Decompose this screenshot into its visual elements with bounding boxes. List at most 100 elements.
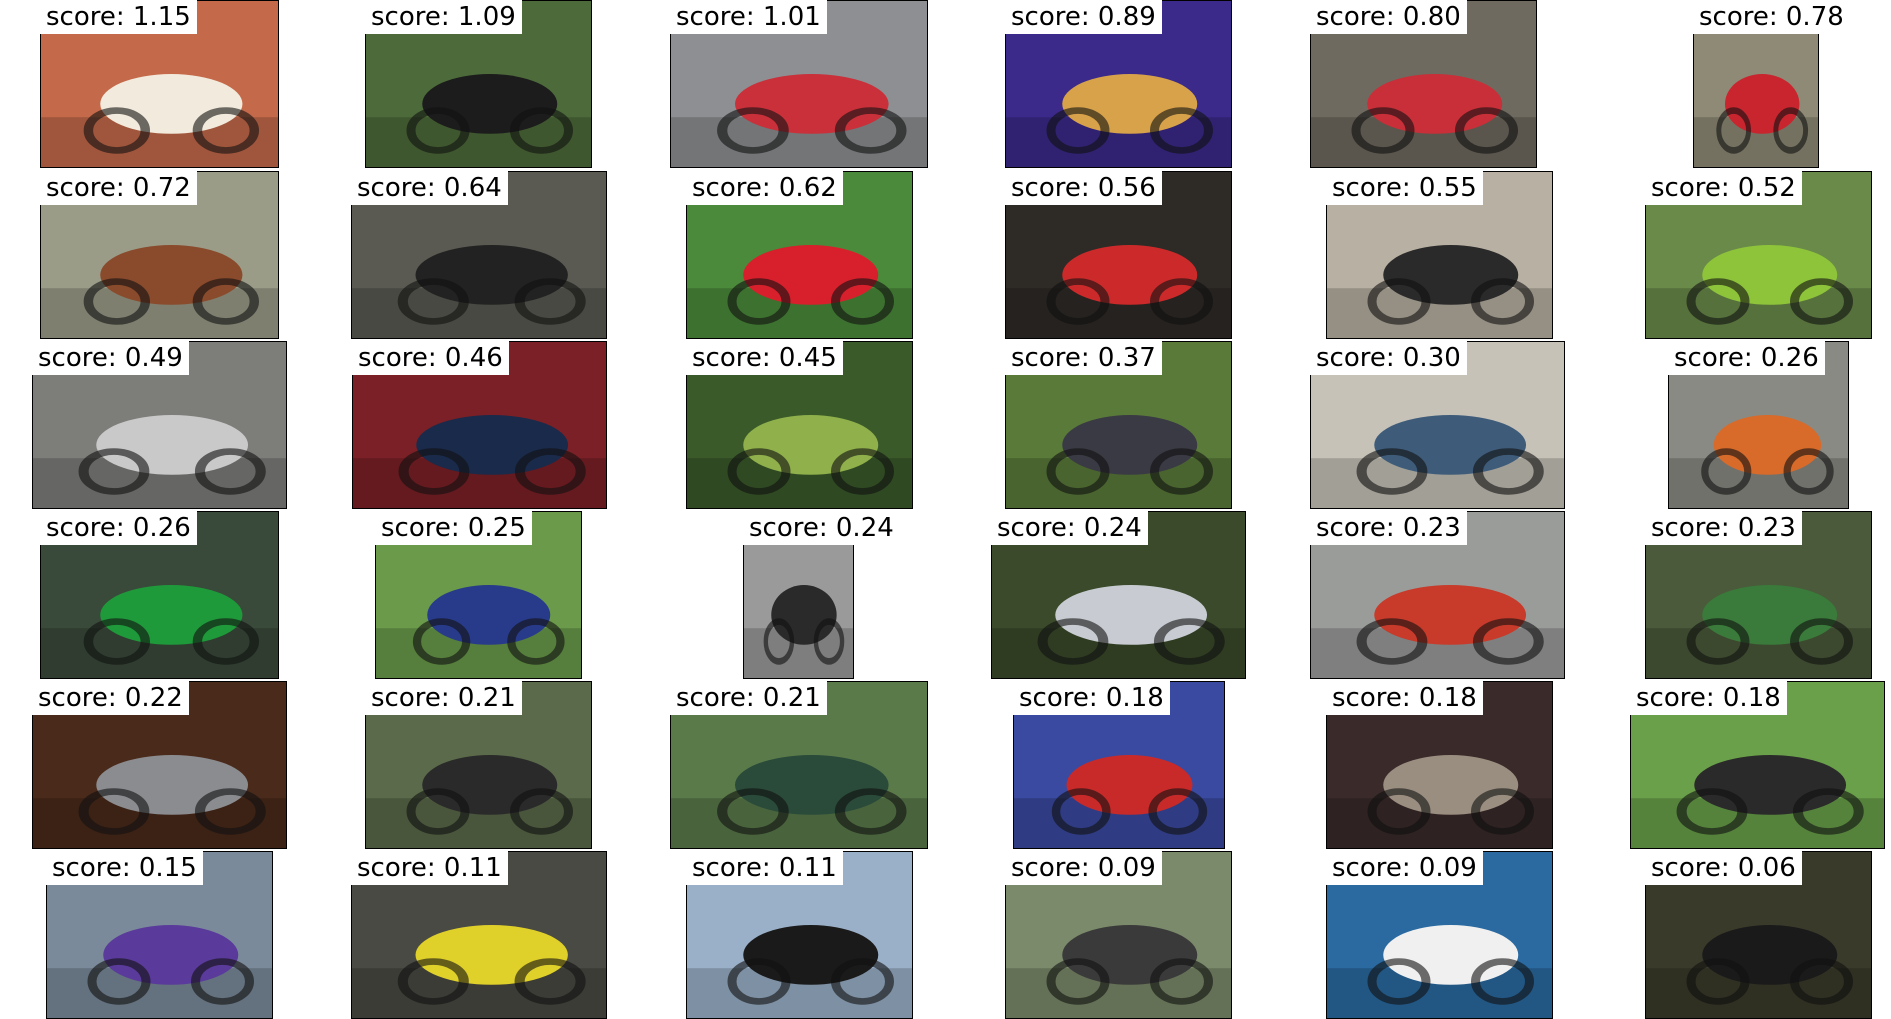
score-value: 0.22 [124, 683, 183, 713]
image-result-13[interactable]: score: 0.49 [32, 341, 287, 509]
score-prefix: score: [1332, 173, 1419, 203]
score-value: 0.89 [1097, 2, 1156, 32]
score-label: score: 0.37 [1005, 341, 1162, 375]
score-prefix: score: [1674, 343, 1761, 373]
score-prefix: score: [371, 2, 458, 32]
image-result-8[interactable]: score: 0.64 [351, 171, 607, 339]
image-result-34[interactable]: score: 0.09 [1005, 851, 1232, 1019]
image-result-18[interactable]: score: 0.26 [1668, 341, 1849, 509]
image-result-6[interactable]: score: 0.78 [1693, 0, 1850, 168]
score-prefix: score: [38, 683, 125, 713]
score-prefix: score: [1019, 683, 1106, 713]
score-prefix: score: [381, 513, 468, 543]
score-value: 1.09 [457, 2, 516, 32]
image-result-19[interactable]: score: 0.26 [40, 511, 279, 679]
image-result-3[interactable]: score: 1.01 [670, 0, 928, 168]
image-result-35[interactable]: score: 0.09 [1326, 851, 1553, 1019]
image-result-2[interactable]: score: 1.09 [365, 0, 592, 168]
image-result-22[interactable]: score: 0.24 [991, 511, 1246, 679]
score-prefix: score: [1011, 343, 1098, 373]
score-prefix: score: [997, 513, 1084, 543]
image-result-16[interactable]: score: 0.37 [1005, 341, 1232, 509]
score-value: 0.30 [1402, 343, 1461, 373]
score-label: score: 1.01 [670, 0, 827, 34]
score-label: score: 0.11 [351, 851, 508, 885]
score-value: 0.18 [1722, 683, 1781, 713]
score-label: score: 0.25 [375, 511, 532, 545]
image-result-27[interactable]: score: 0.21 [670, 681, 928, 849]
image-result-21[interactable]: score: 0.24 [743, 511, 900, 679]
score-label: score: 0.22 [32, 681, 189, 715]
image-result-26[interactable]: score: 0.21 [365, 681, 592, 849]
score-label: score: 1.15 [40, 0, 197, 34]
score-label: score: 0.21 [670, 681, 827, 715]
score-prefix: score: [52, 853, 139, 883]
score-label: score: 0.18 [1630, 681, 1787, 715]
score-prefix: score: [749, 513, 836, 543]
image-result-7[interactable]: score: 0.72 [40, 171, 279, 339]
score-value: 0.24 [835, 513, 894, 543]
score-value: 0.62 [778, 173, 837, 203]
score-label: score: 0.18 [1326, 681, 1483, 715]
image-result-17[interactable]: score: 0.30 [1310, 341, 1565, 509]
score-value: 0.25 [467, 513, 526, 543]
image-result-28[interactable]: score: 0.18 [1013, 681, 1225, 849]
score-label: score: 0.80 [1310, 0, 1467, 34]
score-value: 1.01 [762, 2, 821, 32]
score-prefix: score: [371, 683, 458, 713]
image-result-23[interactable]: score: 0.23 [1310, 511, 1565, 679]
score-value: 0.64 [443, 173, 502, 203]
image-result-29[interactable]: score: 0.18 [1326, 681, 1553, 849]
score-value: 0.46 [444, 343, 503, 373]
image-result-33[interactable]: score: 0.11 [686, 851, 913, 1019]
score-prefix: score: [1651, 513, 1738, 543]
image-result-25[interactable]: score: 0.22 [32, 681, 287, 849]
score-prefix: score: [1699, 2, 1786, 32]
score-prefix: score: [1316, 343, 1403, 373]
score-value: 0.72 [132, 173, 191, 203]
image-result-20[interactable]: score: 0.25 [375, 511, 582, 679]
score-label: score: 0.06 [1645, 851, 1802, 885]
score-prefix: score: [1651, 173, 1738, 203]
score-prefix: score: [692, 173, 779, 203]
image-result-31[interactable]: score: 0.15 [46, 851, 273, 1019]
score-label: score: 0.09 [1326, 851, 1483, 885]
score-value: 0.21 [457, 683, 516, 713]
image-result-36[interactable]: score: 0.06 [1645, 851, 1872, 1019]
score-value: 0.24 [1083, 513, 1142, 543]
image-result-5[interactable]: score: 0.80 [1310, 0, 1537, 168]
score-value: 0.56 [1097, 173, 1156, 203]
image-result-4[interactable]: score: 0.89 [1005, 0, 1232, 168]
score-label: score: 0.62 [686, 171, 843, 205]
image-result-10[interactable]: score: 0.56 [1005, 171, 1232, 339]
score-value: 0.26 [132, 513, 191, 543]
score-prefix: score: [357, 853, 444, 883]
image-result-1[interactable]: score: 1.15 [40, 0, 279, 168]
score-prefix: score: [1316, 2, 1403, 32]
score-label: score: 0.30 [1310, 341, 1467, 375]
image-result-30[interactable]: score: 0.18 [1630, 681, 1885, 849]
score-label: score: 0.18 [1013, 681, 1170, 715]
score-label: score: 0.26 [40, 511, 197, 545]
image-result-12[interactable]: score: 0.52 [1645, 171, 1872, 339]
score-label: score: 0.21 [365, 681, 522, 715]
score-value: 0.11 [778, 853, 837, 883]
image-result-24[interactable]: score: 0.23 [1645, 511, 1872, 679]
score-prefix: score: [1316, 513, 1403, 543]
score-value: 0.23 [1402, 513, 1461, 543]
score-label: score: 0.49 [32, 341, 189, 375]
image-result-15[interactable]: score: 0.45 [686, 341, 913, 509]
score-prefix: score: [1332, 683, 1419, 713]
image-result-11[interactable]: score: 0.55 [1326, 171, 1553, 339]
image-result-14[interactable]: score: 0.46 [352, 341, 607, 509]
score-prefix: score: [692, 853, 779, 883]
score-prefix: score: [38, 343, 125, 373]
score-label: score: 0.23 [1310, 511, 1467, 545]
image-result-9[interactable]: score: 0.62 [686, 171, 913, 339]
score-value: 0.37 [1097, 343, 1156, 373]
score-label: score: 0.24 [743, 511, 900, 545]
score-label: score: 0.56 [1005, 171, 1162, 205]
image-result-32[interactable]: score: 0.11 [351, 851, 607, 1019]
score-value: 0.52 [1737, 173, 1796, 203]
score-label: score: 0.11 [686, 851, 843, 885]
